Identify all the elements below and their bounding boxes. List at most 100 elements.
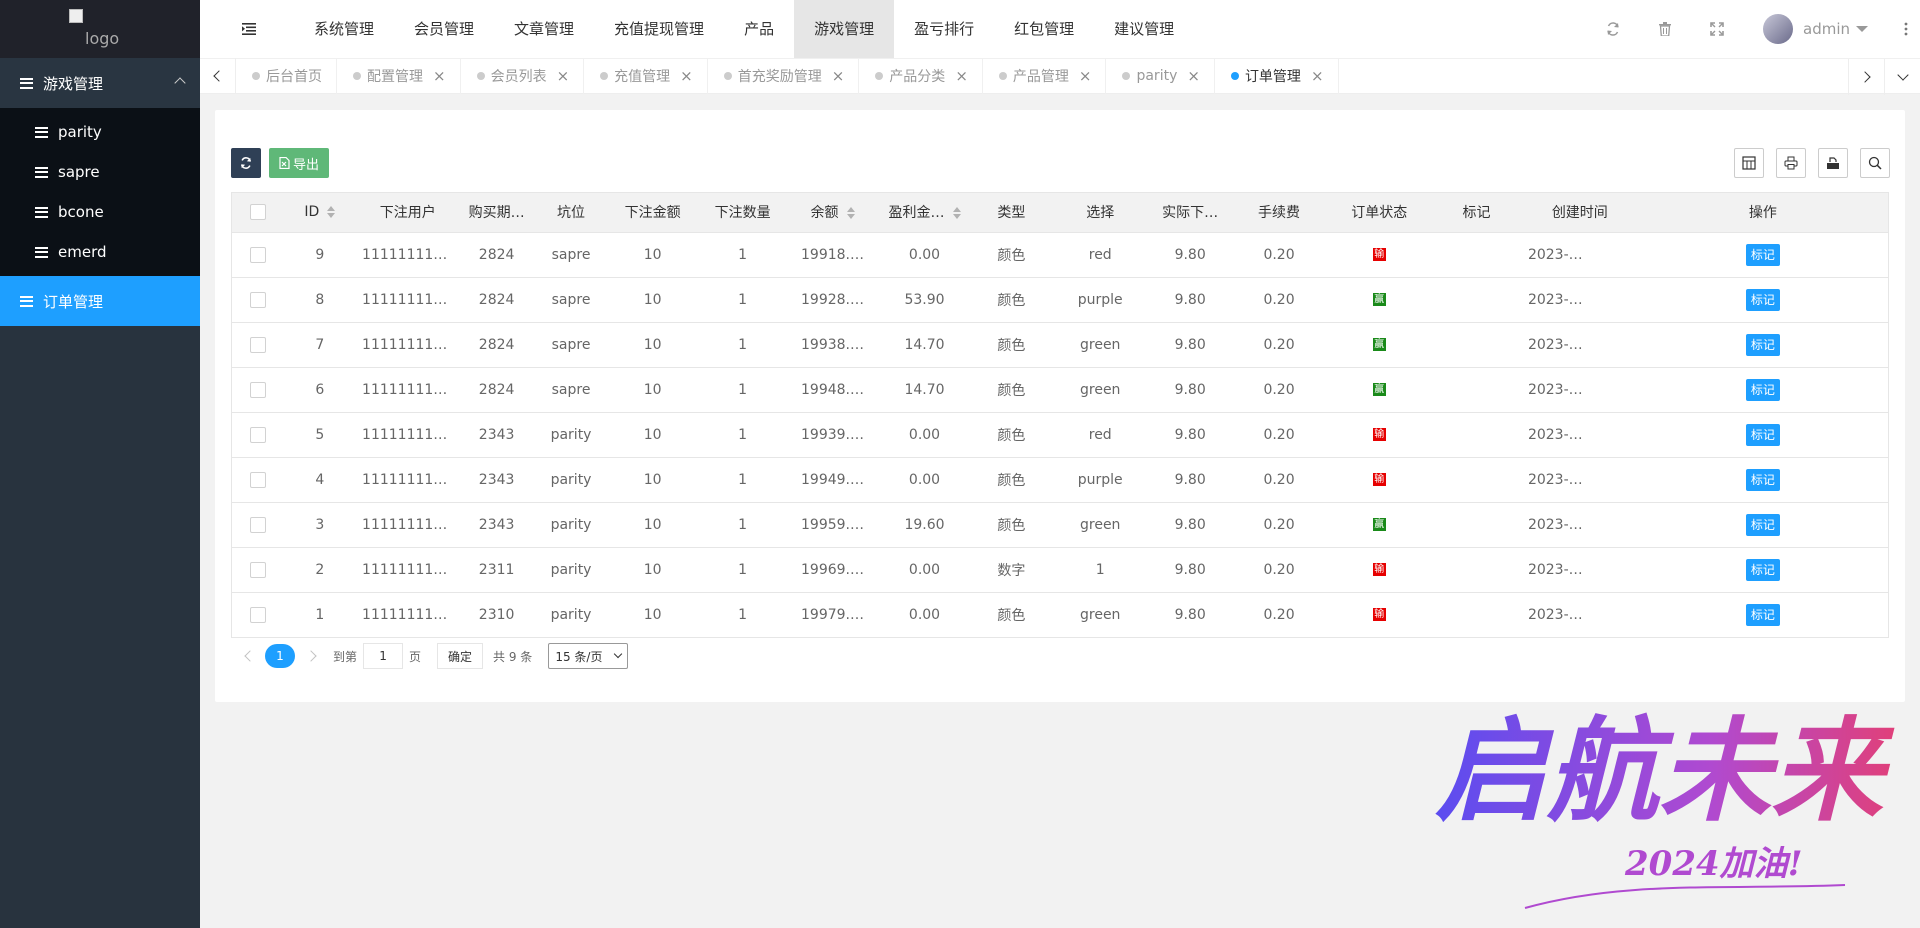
goto-confirm-button[interactable]: 确定 <box>437 643 484 669</box>
close-icon[interactable]: × <box>680 67 693 85</box>
sidebar-item-sapre[interactable]: sapre <box>0 152 200 192</box>
menu-toggle-icon[interactable] <box>242 0 274 58</box>
close-icon[interactable]: × <box>1187 67 1200 85</box>
mark-button[interactable]: 标记 <box>1745 288 1780 311</box>
table-row[interactable]: 6 11111111111 2824 sapre 10 1 19948.… 14.70 颜色 gr… <box>232 367 1888 413</box>
export-button[interactable]: 导出 <box>269 148 330 178</box>
refresh-button[interactable] <box>231 148 261 178</box>
tab-first-recharge[interactable]: 首充奖励管理 × <box>708 58 860 94</box>
table-row[interactable]: 8 11111111111 2824 sapre 10 1 19928.… 53.90 颜色 pu… <box>232 277 1888 323</box>
sidebar-item-bcone[interactable]: bcone <box>0 192 200 232</box>
tab-options[interactable] <box>1884 59 1920 95</box>
row-checkbox[interactable] <box>249 516 266 533</box>
top-menu-suggestions[interactable]: 建议管理 <box>1094 0 1194 58</box>
mark-button[interactable]: 标记 <box>1745 243 1780 266</box>
mark-button[interactable]: 标记 <box>1745 558 1780 581</box>
row-checkbox[interactable] <box>249 561 266 578</box>
table-row[interactable]: 4 11111111111 2343 parity 10 1 19949.… 0.00 颜色 pu… <box>232 457 1888 503</box>
row-checkbox[interactable] <box>249 336 266 353</box>
row-checkbox-cell[interactable] <box>232 592 284 637</box>
page-size-select[interactable]: 15 条/页 <box>548 643 629 669</box>
tab-recharge[interactable]: 充值管理 × <box>584 58 708 94</box>
mark-button[interactable]: 标记 <box>1745 513 1780 536</box>
tab-product-management[interactable]: 产品管理 × <box>983 58 1107 94</box>
print-button[interactable] <box>1776 148 1806 178</box>
close-icon[interactable]: × <box>1311 67 1324 85</box>
user-menu[interactable]: admin <box>1763 0 1898 58</box>
fullscreen-icon[interactable] <box>1691 0 1743 58</box>
col-balance[interactable]: 余额 <box>788 193 877 233</box>
mark-button[interactable]: 标记 <box>1745 603 1780 626</box>
tab-members[interactable]: 会员列表 × <box>461 58 585 94</box>
row-checkbox-cell[interactable] <box>232 502 284 548</box>
row-checkbox[interactable] <box>249 246 266 263</box>
close-icon[interactable]: × <box>557 67 570 85</box>
goto-page-input[interactable]: 1 <box>363 643 404 669</box>
sort-icon[interactable] <box>952 207 961 220</box>
cell-type: 颜色 <box>997 607 1026 624</box>
mark-button[interactable]: 标记 <box>1745 333 1780 356</box>
tab-order-management[interactable]: 订单管理 × <box>1215 58 1339 94</box>
header-checkbox-cell[interactable] <box>232 193 284 233</box>
logo-area[interactable]: logo <box>0 0 200 58</box>
top-menu-games[interactable]: 游戏管理 <box>794 0 895 58</box>
row-checkbox-cell[interactable] <box>232 322 284 368</box>
row-checkbox[interactable] <box>249 291 266 308</box>
close-icon[interactable]: × <box>1079 67 1092 85</box>
top-menu-system[interactable]: 系统管理 <box>294 0 394 58</box>
prev-page-button[interactable] <box>233 642 263 670</box>
col-id[interactable]: ID <box>283 193 357 233</box>
sort-icon[interactable] <box>846 207 855 220</box>
table-row[interactable]: 1 11111111111 2310 parity 10 1 19979.… 0.00 颜色 gr… <box>232 592 1888 637</box>
sidebar-group-game-management[interactable]: 游戏管理 <box>0 58 200 108</box>
top-menu-members[interactable]: 会员管理 <box>394 0 494 58</box>
columns-button[interactable] <box>1734 148 1764 178</box>
mark-button[interactable]: 标记 <box>1745 468 1780 491</box>
tab-scroll-left[interactable] <box>200 58 236 94</box>
top-menu-recharge[interactable]: 充值提现管理 <box>594 0 724 58</box>
close-icon[interactable]: × <box>832 67 845 85</box>
table-row[interactable]: 9 11111111111 2824 sapre 10 1 19918.… 0.00 颜色 red… <box>232 232 1888 278</box>
col-profit[interactable]: 盈利金… <box>876 193 973 233</box>
top-menu-products[interactable]: 产品 <box>724 0 794 58</box>
row-checkbox-cell[interactable] <box>232 412 284 458</box>
more-vertical-icon[interactable] <box>1898 22 1914 36</box>
trash-icon[interactable] <box>1639 0 1691 58</box>
page-1-button[interactable]: 1 <box>265 644 295 668</box>
refresh-icon[interactable] <box>1587 0 1639 58</box>
row-checkbox-cell[interactable] <box>232 547 284 593</box>
table-row[interactable]: 5 11111111111 2343 parity 10 1 19939.… 0.00 颜色 re… <box>232 412 1888 458</box>
tab-parity[interactable]: parity × <box>1106 58 1215 94</box>
close-icon[interactable]: × <box>433 67 446 85</box>
mark-button[interactable]: 标记 <box>1745 378 1780 401</box>
close-icon[interactable]: × <box>955 67 968 85</box>
cell-actual: 9.80 <box>1149 277 1231 323</box>
row-checkbox-cell[interactable] <box>232 457 284 503</box>
row-checkbox-cell[interactable] <box>232 367 284 413</box>
top-menu-redpacket[interactable]: 红包管理 <box>994 0 1094 58</box>
row-checkbox[interactable] <box>249 606 266 623</box>
export-file-button[interactable] <box>1818 148 1848 178</box>
search-button[interactable] <box>1860 148 1890 178</box>
top-menu-ranking[interactable]: 盈亏排行 <box>894 0 994 58</box>
next-page-button[interactable] <box>297 642 327 670</box>
table-row[interactable]: 7 11111111111 2824 sapre 10 1 19938.… 14.70 颜色 gr… <box>232 322 1888 368</box>
sidebar-item-parity[interactable]: parity <box>0 112 200 152</box>
row-checkbox-cell[interactable] <box>232 232 284 278</box>
mark-button[interactable]: 标记 <box>1745 423 1780 446</box>
sidebar-item-emerd[interactable]: emerd <box>0 232 200 272</box>
tab-home[interactable]: 后台首页 <box>236 58 337 94</box>
row-checkbox[interactable] <box>249 471 266 488</box>
sidebar-item-order-management[interactable]: 订单管理 <box>0 276 200 326</box>
tab-scroll-right[interactable] <box>1848 59 1884 95</box>
select-all-checkbox[interactable] <box>249 204 266 221</box>
top-menu-articles[interactable]: 文章管理 <box>494 0 594 58</box>
row-checkbox[interactable] <box>249 426 266 443</box>
table-row[interactable]: 3 11111111111 2343 parity 10 1 19959.… 19.60 颜色 g… <box>232 502 1888 548</box>
tab-config[interactable]: 配置管理 × <box>337 58 461 94</box>
row-checkbox-cell[interactable] <box>232 277 284 323</box>
sort-icon[interactable] <box>327 206 336 219</box>
row-checkbox[interactable] <box>249 381 266 398</box>
table-row[interactable]: 2 11111111111 2311 parity 10 1 19969.… 0.00 数字 1 9… <box>232 547 1888 593</box>
tab-product-category[interactable]: 产品分类 × <box>859 58 983 94</box>
